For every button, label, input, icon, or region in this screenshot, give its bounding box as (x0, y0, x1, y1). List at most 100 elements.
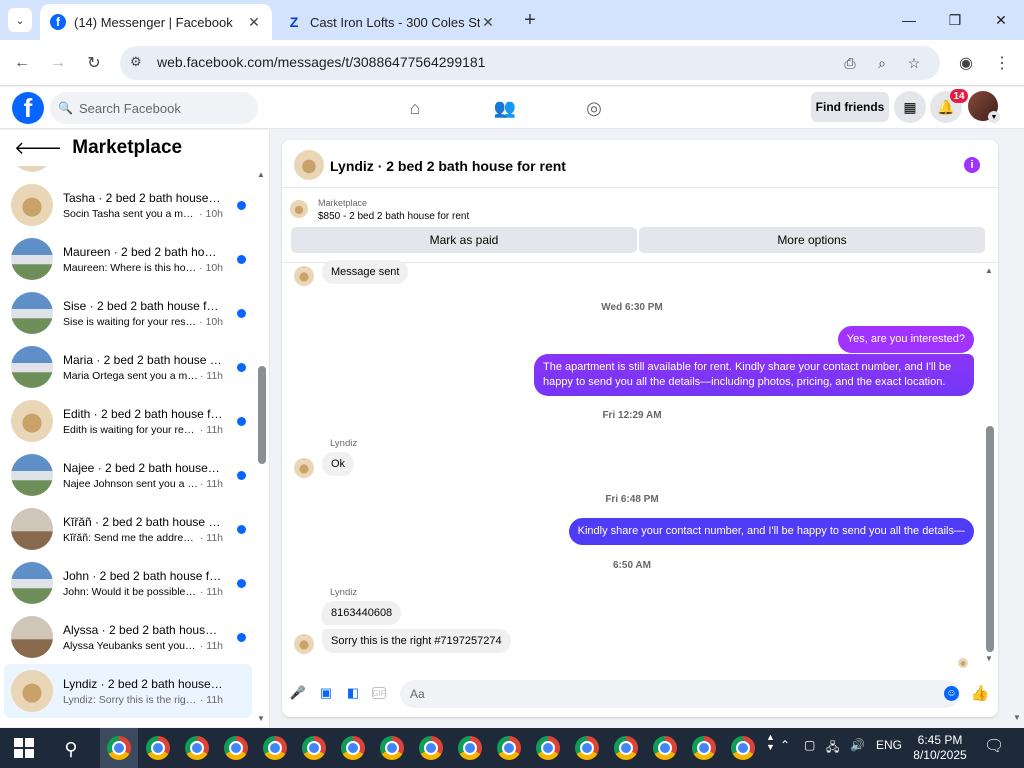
menu-kebab-icon[interactable]: ⋮ (988, 49, 1016, 77)
unread-dot (237, 201, 246, 210)
listing-thumbnail (11, 562, 53, 604)
chrome-taskbar-icon[interactable] (575, 736, 599, 760)
zoom-icon[interactable]: ⌕ (872, 53, 892, 73)
bookmark-star-icon[interactable]: ☆ (904, 53, 924, 73)
sidebar-scrollbar[interactable]: ▲ ▼ (254, 170, 268, 725)
conversation-time: · 11h (199, 477, 223, 490)
photo-icon[interactable]: ▣ (318, 685, 334, 701)
close-tab-icon[interactable]: ✕ (246, 14, 262, 31)
listing-thumbnail (11, 454, 53, 496)
chat-title[interactable]: Lyndiz · 2 bed 2 bath house for rent (330, 158, 566, 174)
page-scrollbar[interactable]: ▼ (1010, 130, 1024, 727)
chrome-taskbar-icon[interactable] (107, 736, 131, 760)
conversation-item[interactable]: Edith · 2 bed 2 bath house for... Edith i… (4, 394, 252, 448)
scroll-down-arrow-icon[interactable]: ▼ (257, 714, 265, 723)
more-options-button[interactable]: More options (639, 227, 985, 253)
timestamp: Wed 6:30 PM (601, 302, 663, 313)
chrome-taskbar-icon[interactable] (380, 736, 404, 760)
facebook-search-input[interactable]: 🔍 Search Facebook (50, 92, 258, 124)
chrome-taskbar-icon[interactable] (497, 736, 521, 760)
scroll-up-arrow-icon[interactable]: ▲ (985, 266, 993, 275)
listing-thumbnail[interactable] (290, 200, 308, 218)
input-language[interactable]: ENG (876, 738, 902, 752)
emoji-icon[interactable]: ☺ (944, 686, 959, 701)
volume-icon[interactable]: 🔊 (850, 738, 865, 752)
tab-title: (14) Messenger | Facebook (74, 14, 233, 30)
site-info-icon[interactable]: ⚙ (130, 54, 142, 70)
menu-grid-icon[interactable]: ▦ (894, 91, 926, 123)
conversation-item[interactable]: Maureen · 2 bed 2 bath house... Maureen: … (4, 232, 252, 286)
conversation-snippet: Kĭřăñ: Send me the address so... (63, 531, 198, 544)
profile-icon[interactable]: ◉ (952, 49, 980, 77)
thumbs-up-icon[interactable]: 👍 (971, 685, 990, 702)
network-icon[interactable]: 🖧 (826, 738, 839, 759)
microphone-icon[interactable]: 🎤 (290, 685, 306, 701)
close-window-button[interactable]: ✕ (978, 0, 1024, 40)
conversation-item[interactable]: Sise · 2 bed 2 bath house for r... Sise i… (4, 286, 252, 340)
chat-avatar[interactable] (294, 150, 324, 180)
message-input[interactable]: Aa (400, 680, 960, 708)
conversation-item[interactable]: Lyndiz · 2 bed 2 bath house for ... Lyndi… (4, 664, 252, 718)
seen-indicator-avatar (958, 658, 968, 668)
info-icon[interactable]: i (964, 157, 980, 173)
find-friends-button[interactable]: Find friends (811, 92, 889, 122)
tray-scroll-arrows-icon[interactable]: ▲ ▼ (766, 732, 775, 752)
chrome-taskbar-icon[interactable] (692, 736, 716, 760)
meet-now-icon[interactable]: ▢ (804, 738, 815, 752)
facebook-logo-icon[interactable]: f (12, 92, 44, 124)
chrome-taskbar-icon[interactable] (185, 736, 209, 760)
chrome-taskbar-icon[interactable] (224, 736, 248, 760)
tab-messenger[interactable]: f (14) Messenger | Facebook ✕ (40, 4, 272, 40)
search-icon[interactable]: ⚲ (58, 736, 84, 762)
chrome-taskbar-icon[interactable] (653, 736, 677, 760)
show-hidden-icons-icon[interactable]: ⌃ (780, 738, 790, 752)
back-arrow-icon[interactable]: 🡐 (14, 138, 62, 159)
system-clock[interactable]: 6:45 PM 8/10/2025 (905, 733, 975, 763)
tab-search-chevron-icon[interactable]: ⌄ (8, 8, 32, 32)
scroll-down-arrow-icon[interactable]: ▼ (985, 654, 993, 663)
reload-icon[interactable]: ↻ (80, 49, 108, 77)
scroll-up-arrow-icon[interactable]: ▲ (257, 170, 265, 179)
forward-arrow-icon[interactable]: → (44, 49, 72, 77)
close-tab-icon[interactable]: ✕ (480, 14, 496, 31)
friends-icon[interactable]: 👥 (493, 96, 517, 120)
conversation-item[interactable]: Najee · 2 bed 2 bath house fo... Najee Jo… (4, 448, 252, 502)
chrome-taskbar-icon[interactable] (536, 736, 560, 760)
url-text[interactable]: web.facebook.com/messages/t/308864775642… (157, 54, 485, 70)
chrome-taskbar-icon[interactable] (419, 736, 443, 760)
chrome-taskbar-icon[interactable] (458, 736, 482, 760)
chrome-taskbar-icon[interactable] (263, 736, 287, 760)
conversation-item[interactable]: Tasha · 2 bed 2 bath house fo... Socin Ta… (4, 178, 252, 232)
restore-button[interactable]: ❐ (932, 0, 978, 40)
tab-cast-iron-lofts[interactable]: Z Cast Iron Lofts - 300 Coles St Je ✕ (276, 4, 506, 40)
groups-icon[interactable]: ◎ (582, 96, 606, 120)
scrollbar-thumb[interactable] (986, 426, 994, 652)
chrome-taskbar-icon[interactable] (146, 736, 170, 760)
chrome-taskbar-icon[interactable] (614, 736, 638, 760)
address-bar[interactable]: ⚙ web.facebook.com/messages/t/3088647756… (120, 46, 940, 80)
account-chevron-down-icon[interactable]: ▼ (988, 111, 1000, 123)
listing-title[interactable]: $850 - 2 bed 2 bath house for rent (318, 211, 469, 222)
install-app-icon[interactable]: ⎙ (840, 53, 860, 73)
conversation-item[interactable]: John · 2 bed 2 bath house for ... John: W… (4, 556, 252, 610)
minimize-button[interactable]: — (886, 0, 932, 40)
back-arrow-icon[interactable]: ← (8, 49, 36, 77)
scrollbar-thumb[interactable] (258, 366, 266, 464)
unread-dot (237, 417, 246, 426)
conversation-item[interactable]: Maria · 2 bed 2 bath house fo... Maria Or… (4, 340, 252, 394)
chrome-taskbar-icon[interactable] (731, 736, 755, 760)
chrome-taskbar-icon[interactable] (341, 736, 365, 760)
windows-start-icon[interactable] (14, 738, 34, 758)
mark-as-paid-button[interactable]: Mark as paid (291, 227, 637, 253)
conversation-item[interactable]: Alyssa · 2 bed 2 bath house fo... Alyssa … (4, 610, 252, 664)
chrome-taskbar-icon[interactable] (302, 736, 326, 760)
home-icon[interactable]: ⌂ (403, 96, 427, 120)
conversation-snippet-row: Alyssa Yeubanks sent you a m...· 11h (63, 640, 223, 652)
sticker-icon[interactable]: ◧ (345, 685, 361, 701)
gif-icon[interactable]: GIF (372, 687, 386, 699)
scroll-down-arrow-icon[interactable]: ▼ (1013, 713, 1021, 722)
new-tab-button[interactable]: + (518, 8, 542, 32)
notification-center-icon[interactable]: 🗨 (984, 736, 1004, 756)
chat-scrollbar[interactable]: ▲ ▼ (982, 264, 998, 664)
conversation-item[interactable]: Kĭřăñ · 2 bed 2 bath house for... Kĭřăñ: … (4, 502, 252, 556)
